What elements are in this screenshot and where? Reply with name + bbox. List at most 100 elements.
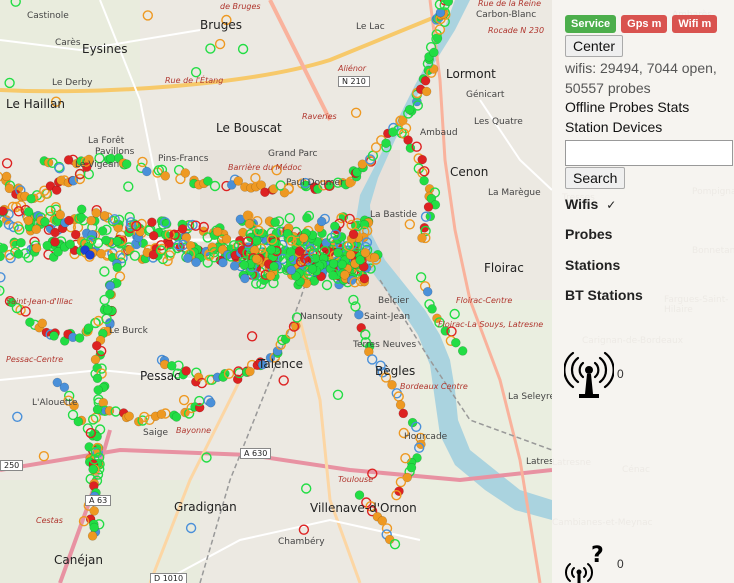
wifi-marker[interactable] bbox=[105, 281, 116, 291]
wifi-marker[interactable] bbox=[123, 181, 134, 192]
wifi-marker[interactable] bbox=[360, 247, 371, 258]
wifi-marker[interactable] bbox=[0, 206, 8, 216]
wifi-marker[interactable] bbox=[395, 476, 407, 488]
wifi-marker[interactable] bbox=[402, 472, 412, 483]
wifi-marker[interactable] bbox=[457, 346, 468, 356]
wifi-marker[interactable] bbox=[129, 250, 141, 261]
wifi-marker[interactable] bbox=[50, 237, 60, 247]
wifi-marker[interactable] bbox=[270, 217, 280, 227]
wifi-marker[interactable] bbox=[38, 451, 50, 462]
wifi-marker[interactable] bbox=[88, 464, 98, 475]
wifi-marker[interactable] bbox=[250, 172, 261, 184]
wifi-marker[interactable] bbox=[87, 414, 99, 425]
wifi-marker[interactable] bbox=[91, 208, 101, 218]
wifi-marker[interactable] bbox=[428, 64, 439, 74]
wifi-marker[interactable] bbox=[286, 265, 297, 275]
station-devices-link[interactable]: Station Devices bbox=[565, 119, 662, 135]
service-filter-button[interactable]: Service bbox=[565, 15, 617, 33]
wifi-marker[interactable] bbox=[101, 235, 111, 245]
wifi-marker[interactable] bbox=[0, 285, 5, 296]
wifi-marker[interactable] bbox=[266, 244, 277, 255]
bt-stations-section-toggle[interactable]: BT Stations bbox=[565, 287, 643, 303]
wifi-marker[interactable] bbox=[49, 331, 59, 341]
wifi-marker[interactable] bbox=[206, 397, 216, 408]
wifi-marker[interactable] bbox=[398, 427, 409, 439]
wifi-marker[interactable] bbox=[265, 271, 276, 281]
wifi-marker[interactable] bbox=[99, 210, 110, 221]
wifi-marker[interactable] bbox=[64, 215, 74, 226]
wifi-marker[interactable] bbox=[0, 251, 5, 262]
wifi-marker[interactable] bbox=[294, 246, 305, 256]
wifi-marker[interactable] bbox=[257, 359, 268, 370]
wifi-marker[interactable] bbox=[31, 243, 42, 253]
wifi-marker[interactable] bbox=[284, 212, 295, 224]
wifi-marker[interactable] bbox=[85, 250, 95, 260]
wifi-marker[interactable] bbox=[190, 66, 202, 78]
wifi-marker[interactable] bbox=[336, 232, 347, 242]
wifi-marker[interactable] bbox=[142, 166, 152, 177]
wifi-marker[interactable] bbox=[37, 318, 48, 329]
wifi-marker[interactable] bbox=[354, 490, 365, 500]
wifi-marker[interactable] bbox=[328, 258, 339, 269]
wifi-marker[interactable] bbox=[398, 408, 409, 419]
wifi-marker[interactable] bbox=[367, 468, 378, 479]
wifi-marker[interactable] bbox=[147, 217, 157, 227]
wifi-marker[interactable] bbox=[427, 304, 437, 314]
wifi-marker[interactable] bbox=[381, 138, 391, 148]
wifi-marker[interactable] bbox=[214, 38, 226, 50]
wifi-marker[interactable] bbox=[221, 14, 232, 26]
wifi-marker[interactable] bbox=[237, 43, 249, 55]
wifi-marker[interactable] bbox=[73, 416, 84, 427]
wifi-marker[interactable] bbox=[191, 257, 201, 268]
wifi-marker[interactable] bbox=[171, 412, 182, 422]
wifi-marker[interactable] bbox=[280, 334, 291, 344]
wifi-marker[interactable] bbox=[178, 394, 190, 406]
search-input[interactable] bbox=[565, 140, 733, 166]
wifi-marker[interactable] bbox=[51, 185, 62, 195]
wifi-marker[interactable] bbox=[278, 375, 289, 386]
wifi-marker[interactable] bbox=[12, 411, 23, 422]
wifi-marker[interactable] bbox=[87, 531, 98, 541]
wifi-marker[interactable] bbox=[404, 219, 415, 230]
stations-section-toggle[interactable]: Stations bbox=[565, 257, 620, 273]
wifi-marker[interactable] bbox=[330, 221, 340, 232]
wifi-marker[interactable] bbox=[90, 354, 101, 365]
wifi-marker[interactable] bbox=[389, 539, 401, 550]
wifi-marker[interactable] bbox=[346, 275, 357, 285]
wifi-marker[interactable] bbox=[50, 96, 62, 107]
wifi-marker[interactable] bbox=[321, 279, 333, 291]
wifi-marker[interactable] bbox=[393, 391, 404, 402]
wifi-marker[interactable] bbox=[112, 236, 123, 246]
wifi-marker[interactable] bbox=[105, 289, 115, 299]
wifi-marker[interactable] bbox=[359, 273, 370, 284]
wifi-marker[interactable] bbox=[332, 389, 344, 400]
offline-probes-stats-link[interactable]: Offline Probes Stats bbox=[565, 99, 689, 115]
wifi-marker[interactable] bbox=[316, 216, 327, 227]
wifi-marker[interactable] bbox=[387, 380, 397, 390]
wifi-marker[interactable] bbox=[419, 175, 429, 186]
wifi-marker[interactable] bbox=[181, 366, 191, 376]
wifi-marker[interactable] bbox=[201, 452, 212, 463]
search-button[interactable]: Search bbox=[565, 167, 626, 189]
wifi-marker[interactable] bbox=[1, 158, 13, 169]
wifi-marker[interactable] bbox=[1, 171, 12, 182]
wifi-marker[interactable] bbox=[451, 337, 461, 348]
wifi-marker[interactable] bbox=[269, 261, 279, 272]
wifi-marker[interactable] bbox=[405, 143, 416, 153]
wifi-marker[interactable] bbox=[69, 400, 79, 411]
wifi-marker[interactable] bbox=[221, 234, 232, 244]
wifi-marker[interactable] bbox=[55, 210, 66, 220]
wifi-marker[interactable] bbox=[92, 373, 103, 384]
wifi-marker[interactable] bbox=[102, 304, 113, 315]
wifi-marker[interactable] bbox=[388, 127, 398, 137]
wifi-marker[interactable] bbox=[298, 524, 310, 535]
wifi-marker[interactable] bbox=[112, 262, 123, 273]
wifi-marker[interactable] bbox=[23, 215, 34, 226]
wifi-marker[interactable] bbox=[420, 76, 431, 86]
wifi-marker[interactable] bbox=[137, 156, 148, 168]
wifi-marker[interactable] bbox=[148, 231, 159, 241]
wifi-marker[interactable] bbox=[205, 43, 216, 54]
wifi-marker[interactable] bbox=[180, 168, 191, 178]
wifi-marker[interactable] bbox=[449, 308, 460, 320]
gps-filter-button[interactable]: Gps m bbox=[621, 15, 668, 33]
